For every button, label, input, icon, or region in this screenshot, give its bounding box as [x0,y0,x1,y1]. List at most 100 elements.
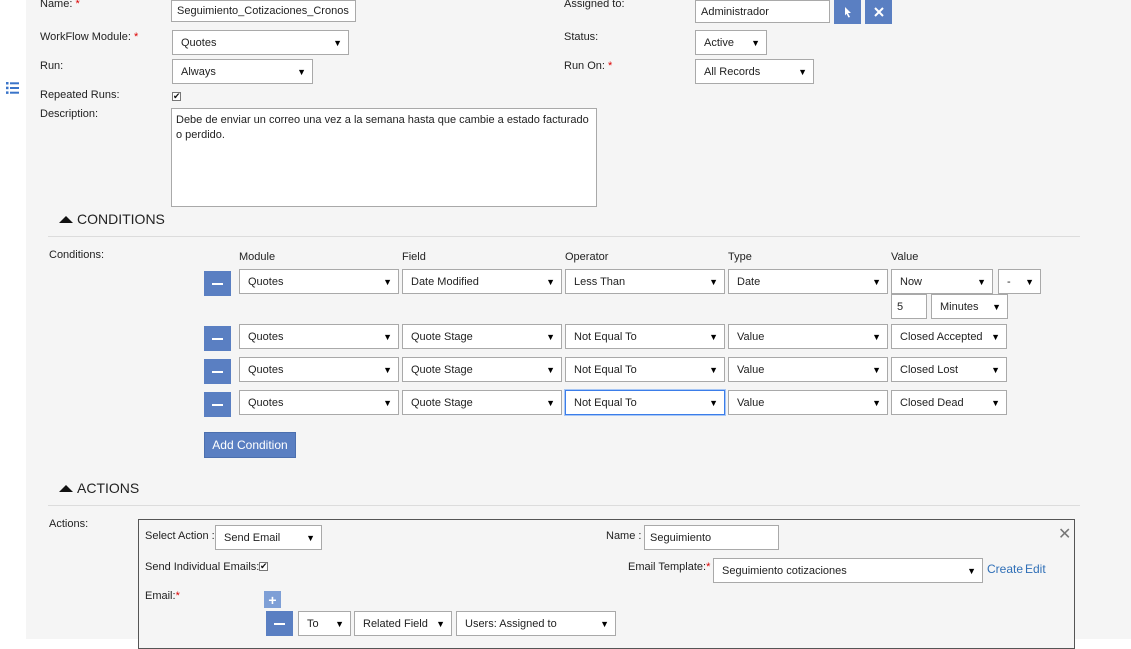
condition-value-select[interactable]: Closed Accepted ▼ [891,324,1007,349]
run-select[interactable]: Always ▼ [172,59,313,84]
remove-condition-button[interactable] [204,326,231,351]
cursor-arrow-icon [844,7,851,18]
chevron-down-icon: ▼ [1025,276,1034,287]
chevron-down-icon: ▼ [991,364,1000,375]
chevron-down-icon: ▼ [335,618,344,629]
conditions-section-toggle[interactable]: CONDITIONS [59,211,165,227]
header-value: Value [891,251,919,263]
status-select[interactable]: Active ▼ [695,30,767,55]
chevron-down-icon: ▼ [992,301,1001,312]
action-name-input[interactable]: Seguimiento [644,525,779,550]
actions-label: Actions: [49,518,89,530]
add-condition-button[interactable]: Add Condition [204,432,296,458]
condition-field-select[interactable]: Quote Stage ▼ [402,357,562,382]
workflow-module-label: WorkFlow Module: * [40,31,139,43]
send-individual-label: Send Individual Emails: [145,561,260,573]
email-field-select[interactable]: Users: Assigned to ▼ [456,611,616,636]
condition-operator-select[interactable]: Less Than ▼ [565,269,725,294]
chevron-down-icon: ▼ [546,331,555,342]
chevron-down-icon: ▼ [383,364,392,375]
condition-field-select[interactable]: Date Modified ▼ [402,269,562,294]
condition-sign-select[interactable]: - ▼ [998,269,1041,294]
caret-up-icon [59,215,73,223]
conditions-label: Conditions: [49,249,105,261]
email-to-select[interactable]: To ▼ [298,611,351,636]
condition-type-select[interactable]: Date ▼ [728,269,888,294]
chevron-down-icon: ▼ [751,37,760,48]
email-type-select[interactable]: Related Field ▼ [354,611,452,636]
condition-module-select[interactable]: Quotes ▼ [239,390,399,415]
chevron-down-icon: ▼ [872,397,881,408]
select-action-label: Select Action : [145,530,215,542]
conditions-divider [48,236,1080,237]
condition-value-select[interactable]: Closed Lost ▼ [891,357,1007,382]
email-template-select[interactable]: Seguimiento cotizaciones ▼ [713,558,983,583]
condition-amount-input[interactable]: 5 [891,294,927,319]
remove-condition-button[interactable] [204,271,231,296]
chevron-down-icon: ▼ [383,276,392,287]
repeated-runs-checkbox[interactable]: ✔ [172,92,181,101]
list-view-icon[interactable] [6,82,19,94]
condition-module-select[interactable]: Quotes ▼ [239,269,399,294]
condition-unit-select[interactable]: Minutes ▼ [931,294,1008,319]
chevron-down-icon: ▼ [872,276,881,287]
select-action-select[interactable]: Send Email ▼ [215,525,322,550]
condition-operator-select[interactable]: Not Equal To ▼ [565,324,725,349]
name-input[interactable]: Seguimiento_Cotizaciones_Cronos [171,0,356,22]
condition-operator-select[interactable]: Not Equal To ▼ [565,390,725,415]
run-on-select[interactable]: All Records ▼ [695,59,814,84]
select-user-button[interactable] [834,0,861,24]
condition-module-select[interactable]: Quotes ▼ [239,357,399,382]
create-template-link[interactable]: Create [987,562,1023,576]
header-module: Module [239,251,276,263]
condition-type-select[interactable]: Value ▼ [728,390,888,415]
clear-x-icon [873,7,884,17]
chevron-down-icon: ▼ [798,66,807,77]
description-textarea[interactable]: Debe de enviar un correo una vez a la se… [171,108,597,207]
remove-condition-button[interactable] [204,359,231,384]
header-type: Type [728,251,752,263]
conditions-section-title: CONDITIONS [77,211,165,227]
chevron-down-icon: ▼ [991,397,1000,408]
status-label: Status: [564,31,599,43]
chevron-down-icon: ▼ [967,565,976,576]
header-operator: Operator [565,251,609,263]
close-action-icon[interactable]: ✕ [1058,524,1071,544]
chevron-down-icon: ▼ [709,397,718,408]
action-panel: Select Action : Send Email ▼ Name : Segui… [138,519,1075,649]
actions-section-toggle[interactable]: ACTIONS [59,480,139,496]
workflow-module-select[interactable]: Quotes ▼ [172,30,349,55]
assigned-to-label: Assigned to: [564,0,625,10]
condition-operator-select[interactable]: Not Equal To ▼ [565,357,725,382]
add-email-button[interactable]: + [264,591,281,608]
condition-field-select[interactable]: Quote Stage ▼ [402,390,562,415]
actions-section-title: ACTIONS [77,480,140,496]
condition-type-select[interactable]: Value ▼ [728,357,888,382]
condition-value-select[interactable]: Now ▼ [891,269,993,294]
condition-value-select[interactable]: Closed Dead ▼ [891,390,1007,415]
chevron-down-icon: ▼ [991,331,1000,342]
chevron-down-icon: ▼ [333,37,342,48]
chevron-down-icon: ▼ [436,618,445,629]
remove-condition-button[interactable] [204,392,231,417]
assigned-to-input[interactable]: Administrador [695,0,830,23]
clear-user-button[interactable] [865,0,892,24]
run-on-label: Run On: * [564,60,613,72]
chevron-down-icon: ▼ [546,397,555,408]
repeated-runs-label: Repeated Runs: [40,89,120,101]
chevron-down-icon: ▼ [872,364,881,375]
chevron-down-icon: ▼ [546,364,555,375]
send-individual-checkbox[interactable]: ✔ [259,562,268,571]
name-label: Name: * [40,0,80,10]
edit-template-link[interactable]: Edit [1025,562,1046,576]
condition-type-select[interactable]: Value ▼ [728,324,888,349]
condition-module-select[interactable]: Quotes ▼ [239,324,399,349]
chevron-down-icon: ▼ [709,331,718,342]
email-label: Email:* [145,590,180,602]
description-label: Description: [40,108,99,120]
remove-email-button[interactable] [266,611,293,636]
chevron-down-icon: ▼ [306,532,315,543]
condition-field-select[interactable]: Quote Stage ▼ [402,324,562,349]
chevron-down-icon: ▼ [546,276,555,287]
chevron-down-icon: ▼ [709,364,718,375]
